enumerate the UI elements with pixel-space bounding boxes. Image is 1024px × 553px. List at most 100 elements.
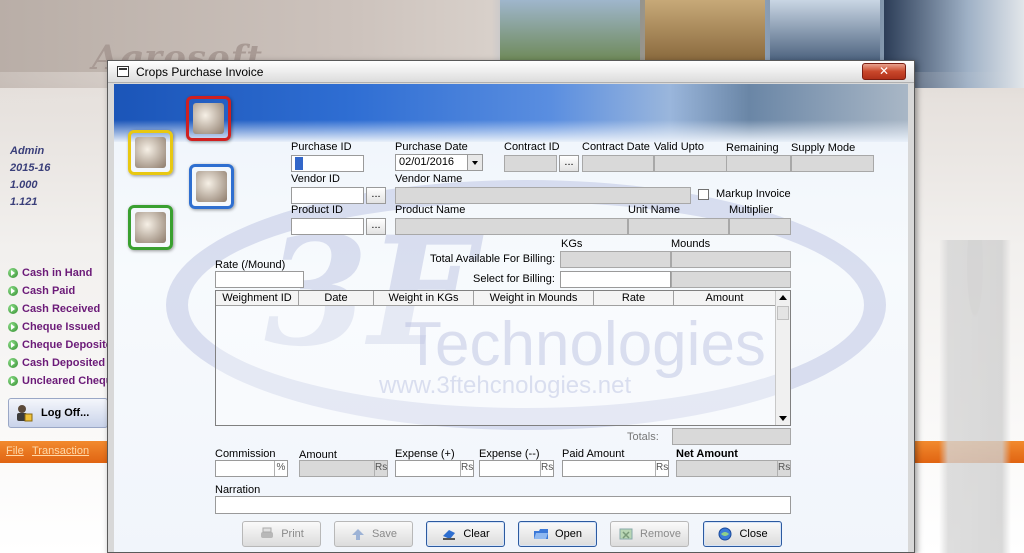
grid-header-rate[interactable]: Rate <box>594 291 674 306</box>
dialog-titlebar[interactable]: Crops Purchase Invoice ✕ <box>108 61 914 83</box>
commission-label: Commission <box>215 448 276 460</box>
grid-header-weight-kgs[interactable]: Weight in KGs <box>374 291 474 306</box>
window-close-button[interactable]: ✕ <box>862 63 906 80</box>
expense-plus-label: Expense (+) <box>395 448 455 460</box>
kgs-label: KGs <box>561 238 583 250</box>
totals-label: Totals: <box>627 431 659 443</box>
weighment-grid[interactable]: Weighment ID Date Weight in KGs Weight i… <box>215 290 791 426</box>
fiscal-year: 2015-16 <box>10 162 51 174</box>
select-for-billing-mounds-field <box>671 271 791 288</box>
paid-amount-label: Paid Amount <box>562 448 625 460</box>
product-name-field <box>395 218 628 235</box>
grid-header-weighment-id[interactable]: Weighment ID <box>216 291 299 306</box>
arrow-bullet-icon <box>8 304 18 314</box>
select-for-billing-kgs-input[interactable] <box>560 271 671 288</box>
paid-amount-input[interactable]: Rs <box>562 460 669 477</box>
harvester-photo <box>500 0 640 60</box>
open-button[interactable]: Open <box>518 521 597 547</box>
window-icon <box>117 66 129 77</box>
expense-minus-input[interactable]: Rs <box>479 460 554 477</box>
purchase-id-input[interactable] <box>291 155 364 172</box>
supply-mode-field <box>791 155 874 172</box>
product-lookup-button[interactable]: ... <box>366 218 386 235</box>
purchase-date-picker[interactable]: 02/01/2016 <box>395 154 483 171</box>
logoff-button[interactable]: Log Off... <box>8 398 108 428</box>
crops-purchase-invoice-dialog: Crops Purchase Invoice ✕ 3F Technologies… <box>107 60 915 553</box>
grid-header-weight-mounds[interactable]: Weight in Mounds <box>474 291 594 306</box>
commission-amount-field: Rs <box>299 460 388 477</box>
grid-header-amount[interactable]: Amount <box>674 291 776 306</box>
print-button[interactable]: Print <box>242 521 321 547</box>
remove-icon <box>618 527 634 541</box>
save-label: Save <box>371 528 398 540</box>
arrow-bullet-icon <box>8 358 18 368</box>
writing-photo-tile <box>128 205 173 250</box>
wheat-photo <box>645 0 765 60</box>
open-label: Open <box>555 528 582 540</box>
contract-id-label: Contract ID <box>504 141 560 153</box>
vendor-lookup-button[interactable]: ... <box>366 187 386 204</box>
supply-mode-label: Supply Mode <box>791 142 856 154</box>
unit-name-label: Unit Name <box>628 204 680 216</box>
total-available-label: Total Available For Billing: <box>430 253 556 265</box>
percent-unit: % <box>274 461 287 476</box>
vendor-id-input[interactable] <box>291 187 364 204</box>
close-button[interactable]: Close <box>703 521 782 547</box>
purchase-id-label: Purchase ID <box>291 141 352 153</box>
vendor-id-label: Vendor ID <box>291 173 340 185</box>
totals-field <box>672 428 791 445</box>
chevron-down-icon[interactable] <box>467 155 482 170</box>
version-minor: 1.121 <box>10 196 38 208</box>
rs-unit: Rs <box>460 461 473 476</box>
unit-name-field <box>628 218 729 235</box>
arrow-bullet-icon <box>8 286 18 296</box>
scroll-up-icon[interactable] <box>779 295 787 300</box>
commission-input[interactable]: % <box>215 460 288 477</box>
grid-scrollbar[interactable] <box>775 291 790 425</box>
text-cursor <box>295 157 303 170</box>
grid-header-date[interactable]: Date <box>299 291 374 306</box>
city-photo <box>770 0 880 60</box>
rs-unit: Rs <box>374 461 387 476</box>
menu-file[interactable]: File <box>6 445 24 457</box>
product-id-input[interactable] <box>291 218 364 235</box>
scroll-down-icon[interactable] <box>779 416 787 421</box>
narration-input[interactable] <box>215 496 791 514</box>
header-image-strip <box>114 84 908 142</box>
rs-unit: Rs <box>655 461 668 476</box>
logoff-label: Log Off... <box>41 407 90 419</box>
user-lock-icon <box>15 404 33 422</box>
rate-input[interactable] <box>215 271 304 288</box>
contract-date-field <box>582 155 654 172</box>
contract-lookup-button[interactable]: ... <box>559 155 579 172</box>
remove-button[interactable]: Remove <box>610 521 689 547</box>
rate-label: Rate (/Mound) <box>215 259 286 271</box>
open-folder-icon <box>533 527 549 541</box>
save-icon <box>350 527 366 541</box>
expense-plus-input[interactable]: Rs <box>395 460 474 477</box>
background-figure <box>930 240 1020 553</box>
close-label: Close <box>739 528 768 540</box>
select-for-billing-label: Select for Billing: <box>473 273 555 285</box>
markup-invoice-label: Markup Invoice <box>716 188 791 200</box>
contract-id-field <box>504 155 557 172</box>
arrow-bullet-icon <box>8 268 18 278</box>
user-info: Admin 2015-16 1.000 1.121 <box>10 143 50 211</box>
valid-upto-field <box>654 155 728 172</box>
grain-photo-tile <box>189 164 234 209</box>
mounds-label: Mounds <box>671 238 711 250</box>
clear-button[interactable]: Clear <box>426 521 505 547</box>
clear-label: Clear <box>463 528 490 540</box>
product-id-label: Product ID <box>291 204 343 216</box>
purchase-date-label: Purchase Date <box>395 141 468 153</box>
arrow-bullet-icon <box>8 322 18 332</box>
eraser-icon <box>441 527 457 541</box>
net-amount-label: Net Amount <box>676 448 738 460</box>
net-amount-field: Rs <box>676 460 791 477</box>
user-name: Admin <box>10 145 45 157</box>
menu-transaction[interactable]: Transaction <box>32 445 89 457</box>
save-button[interactable]: Save <box>334 521 413 547</box>
markup-invoice-checkbox[interactable] <box>698 189 709 200</box>
scroll-thumb[interactable] <box>777 306 789 320</box>
expense-minus-label: Expense (--) <box>479 448 540 460</box>
